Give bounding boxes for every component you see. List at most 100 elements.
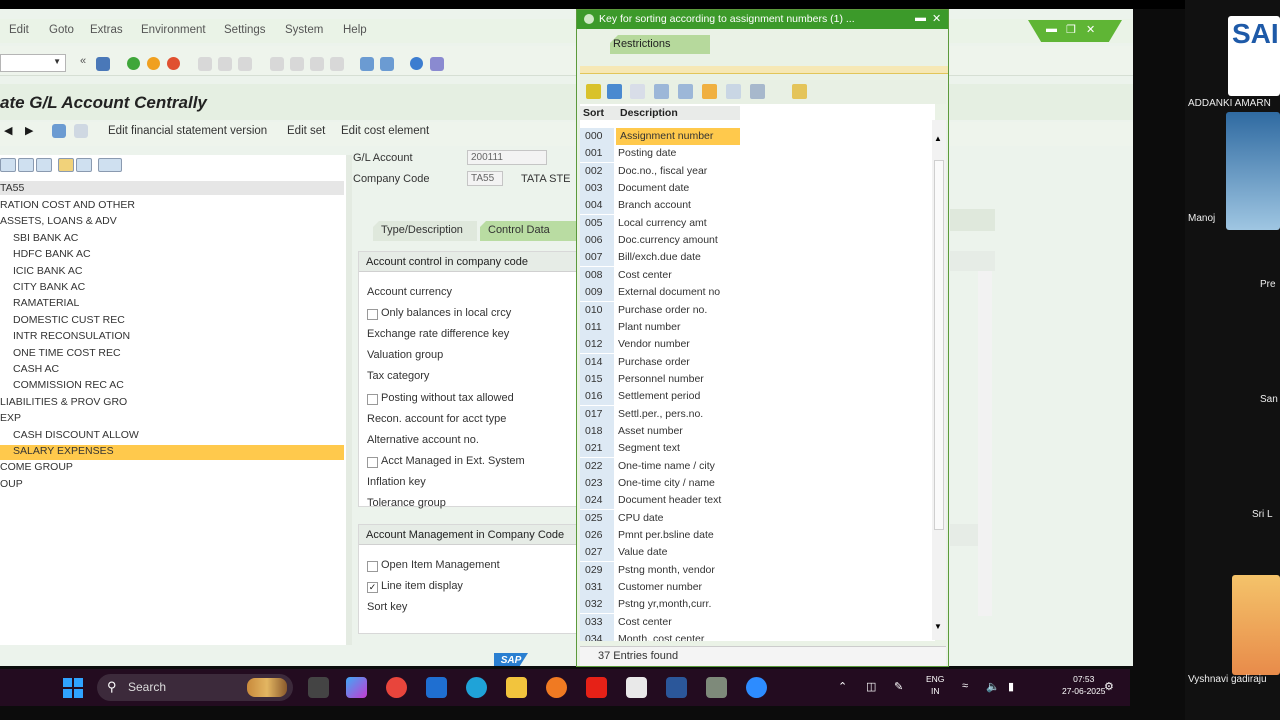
sort-key-cell[interactable]: 015 — [580, 370, 614, 388]
firefox-icon[interactable] — [546, 677, 567, 698]
gl-account-field[interactable]: 200111 — [467, 150, 547, 165]
list-item[interactable]: 025 CPU date — [580, 509, 935, 527]
description-cell[interactable]: Posting date — [618, 147, 676, 159]
sort-key-cell[interactable]: 018 — [580, 422, 614, 440]
filter-icon[interactable] — [36, 158, 52, 172]
tree-item[interactable]: CASH DISCOUNT ALLOW — [0, 429, 139, 444]
description-cell[interactable]: Pstng yr,month,curr. — [618, 598, 711, 610]
sort-key-cell[interactable]: 007 — [580, 249, 614, 267]
zoom-icon[interactable] — [746, 677, 767, 698]
panel-splitter[interactable] — [346, 155, 352, 645]
checkbox[interactable]: ✓ — [367, 582, 378, 593]
sort-key-cell[interactable]: 000 — [580, 128, 614, 145]
battery-icon[interactable]: ▮ — [1008, 680, 1014, 693]
sort-descending-icon[interactable] — [678, 84, 693, 99]
youtube-icon[interactable] — [586, 677, 607, 698]
description-cell[interactable]: Settl.per., pers.no. — [618, 408, 703, 420]
sort-key-cell[interactable]: 025 — [580, 509, 614, 527]
list-item[interactable]: 021 Segment text — [580, 440, 935, 458]
column-sort-header[interactable]: Sort — [583, 107, 604, 119]
edit-cost-element-button[interactable]: Edit cost element — [341, 125, 429, 137]
scroll-up-icon[interactable]: ▲ — [934, 134, 942, 143]
sort-key-cell[interactable]: 023 — [580, 475, 614, 492]
sort-key-cell[interactable]: 034 — [580, 631, 614, 641]
description-cell[interactable]: Local currency amt — [618, 217, 707, 229]
tree-item[interactable]: SBI BANK AC — [0, 232, 78, 247]
list-item[interactable]: 031 Customer number — [580, 579, 935, 597]
sort-key-cell[interactable]: 016 — [580, 388, 614, 406]
description-cell[interactable]: One-time city / name — [618, 477, 715, 489]
sort-key-cell[interactable]: 027 — [580, 544, 614, 562]
tree-item[interactable]: DOMESTIC CUST REC — [0, 314, 125, 329]
task-view-icon[interactable] — [308, 677, 329, 698]
clock[interactable]: 07:53 27-06-2025 — [1062, 673, 1105, 697]
sort-key-cell[interactable]: 021 — [580, 440, 614, 458]
sort-key-cell[interactable]: 001 — [580, 145, 614, 163]
list-item[interactable]: 009 External document no — [580, 284, 935, 302]
taskbar-search[interactable]: ⚲ Search — [97, 674, 293, 701]
list-item[interactable]: 006 Doc.currency amount — [580, 232, 935, 250]
wifi-icon[interactable]: ≈ — [962, 680, 968, 692]
description-cell[interactable]: Purchase order — [618, 356, 690, 368]
save-icon[interactable] — [96, 57, 110, 71]
description-cell[interactable]: Pstng month, vendor — [618, 564, 715, 576]
help-icon[interactable] — [410, 57, 423, 70]
description-cell[interactable]: Vendor number — [618, 338, 690, 350]
detail-scrollbar[interactable] — [978, 271, 992, 616]
sort-key-cell[interactable]: 024 — [580, 492, 614, 510]
list-item[interactable]: 001 Posting date — [580, 145, 935, 163]
tree-item[interactable]: INTR RECONSULATION — [0, 330, 130, 345]
list-item[interactable]: 016 Settlement period — [580, 388, 935, 406]
scroll-down-icon[interactable]: ▼ — [934, 622, 942, 631]
list-item[interactable]: 023 One-time city / name — [580, 475, 935, 492]
tree-item[interactable]: HDFC BANK AC — [0, 248, 91, 263]
arrow-right-icon[interactable]: ▶ — [25, 124, 33, 137]
tree-item[interactable]: COME GROUP — [0, 461, 73, 476]
tab-control-data[interactable]: Control Data — [480, 221, 576, 241]
list-item[interactable]: 004 Branch account — [580, 197, 935, 215]
list-item[interactable]: 011 Plant number — [580, 318, 935, 336]
list-item[interactable]: 015 Personnel number — [580, 370, 935, 388]
sort-key-cell[interactable]: 008 — [580, 266, 614, 284]
checkbox[interactable] — [367, 456, 378, 468]
list-item[interactable]: 003 Document date — [580, 180, 935, 198]
minimize-icon[interactable]: ▬ — [1046, 23, 1057, 35]
show-hidden-icons[interactable]: ⌃ — [838, 680, 847, 693]
expand-icon[interactable] — [0, 158, 16, 172]
description-cell[interactable]: One-time name / city — [618, 460, 715, 472]
list-item[interactable]: 007 Bill/exch.due date — [580, 249, 935, 267]
copilot-icon[interactable] — [346, 677, 367, 698]
notifications-icon[interactable]: ⚙ — [1104, 680, 1114, 693]
sort-key-cell[interactable]: 002 — [580, 162, 614, 180]
layout-icon[interactable] — [430, 57, 444, 71]
cancel-selection-icon[interactable] — [607, 84, 622, 99]
collapse-icon[interactable]: « — [80, 55, 86, 67]
filter-list-icon[interactable] — [702, 84, 717, 99]
list-item[interactable]: 002 Doc.no., fiscal year — [580, 162, 935, 180]
description-cell[interactable]: Purchase order no. — [618, 304, 707, 316]
sort-key-cell[interactable]: 031 — [580, 579, 614, 597]
company-code-field[interactable]: TA55 — [467, 171, 503, 186]
shortcut-icon[interactable] — [380, 57, 394, 71]
menu-system[interactable]: System — [285, 24, 323, 36]
last-page-icon[interactable] — [330, 57, 344, 71]
find-next-icon[interactable] — [238, 57, 252, 71]
description-cell[interactable]: Plant number — [618, 321, 680, 333]
list-item[interactable]: 017 Settl.per., pers.no. — [580, 405, 935, 423]
sort-key-cell[interactable]: 014 — [580, 353, 614, 371]
exit-icon[interactable] — [147, 57, 160, 70]
scrollbar-thumb[interactable] — [934, 160, 944, 530]
back-icon[interactable] — [127, 57, 140, 70]
calendar-icon[interactable] — [626, 677, 647, 698]
find-list-icon[interactable] — [726, 84, 741, 99]
menu-settings[interactable]: Settings — [224, 24, 266, 36]
refresh-icon[interactable] — [76, 158, 92, 172]
description-cell[interactable]: Cost center — [618, 616, 672, 628]
folder-icon[interactable] — [58, 158, 74, 172]
volume-icon[interactable]: 🔈 — [986, 680, 1000, 693]
list-item[interactable]: 022 One-time name / city — [580, 457, 935, 475]
collapse-all-icon[interactable] — [18, 158, 34, 172]
list-scrollbar[interactable]: ▲ ▼ — [932, 120, 946, 640]
list-item[interactable]: 024 Document header text — [580, 492, 935, 510]
tree-item[interactable]: OUP — [0, 478, 23, 493]
